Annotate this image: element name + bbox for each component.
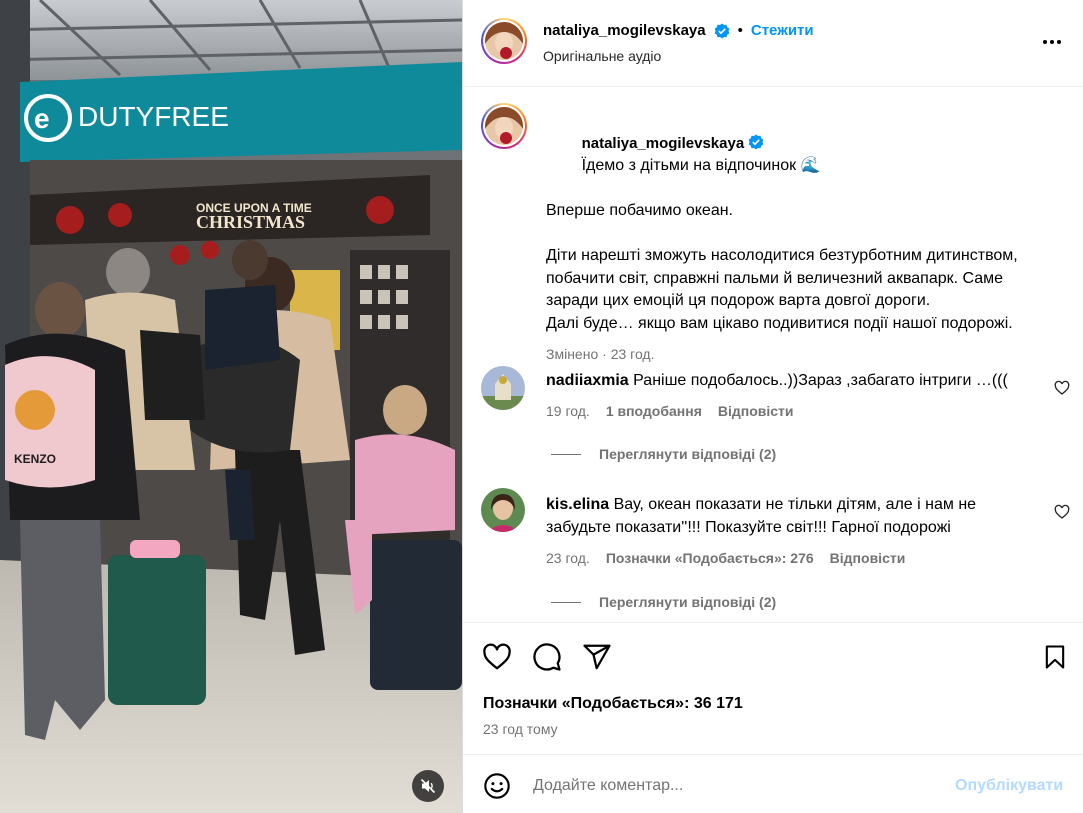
like-comment-heart-icon[interactable]: [1054, 380, 1070, 396]
like-comment-heart-icon[interactable]: [1054, 504, 1070, 520]
divider-line: [551, 453, 581, 455]
comment-meta: 19 год. 1 вподобання Відповісти: [546, 403, 794, 419]
author-username[interactable]: nataliya_mogilevskaya: [543, 22, 706, 39]
like-button[interactable]: [481, 641, 513, 673]
caption-text-first-line: Їдемо з дітьми на відпочинок 🌊: [581, 157, 821, 174]
post-time[interactable]: 23 год тому: [483, 721, 558, 737]
emoji-icon: [484, 773, 510, 799]
emoji-button[interactable]: [481, 770, 513, 802]
commenter-avatar[interactable]: [481, 366, 525, 410]
comment-item: nadiiaxmia Раніше подобалось..))Зараз ,з…: [546, 370, 1036, 393]
caption-username[interactable]: nataliya_mogilevskaya: [582, 135, 745, 152]
verified-badge-icon: [748, 134, 764, 149]
verified-badge-icon: [714, 23, 729, 38]
svg-text:DUTYFREE: DUTYFREE: [78, 101, 229, 132]
dot-icon: [1043, 40, 1047, 44]
audio-link[interactable]: Оригінальне аудіо: [543, 48, 661, 64]
dot-icon: [1050, 40, 1054, 44]
view-replies-label: Переглянути відповіді (2): [599, 446, 777, 462]
view-replies-button[interactable]: Переглянути відповіді (2): [551, 594, 776, 610]
divider-line: [551, 601, 581, 603]
save-button[interactable]: [1039, 641, 1071, 673]
comment-username[interactable]: kis.elina: [546, 496, 609, 513]
likes-count[interactable]: Позначки «Подобається»: 36 171: [483, 695, 743, 713]
caption-time[interactable]: 23 год.: [611, 346, 655, 362]
svg-text:e: e: [34, 103, 50, 134]
reply-button[interactable]: Відповісти: [718, 403, 794, 419]
view-replies-label: Переглянути відповіді (2): [599, 594, 777, 610]
post-header: nataliya_mogilevskaya • Стежити Оригінал…: [463, 0, 1083, 87]
separator-dot: •: [737, 22, 743, 39]
caption-meta: Змінено · 23 год.: [546, 343, 1046, 366]
comment-item: kis.elina Вау, океан показати не тільки …: [546, 494, 1036, 539]
svg-text:KENZO: KENZO: [14, 452, 56, 466]
heart-icon: [483, 643, 511, 670]
follow-button[interactable]: Стежити: [751, 22, 814, 39]
comment-likes[interactable]: 1 вподобання: [606, 403, 702, 419]
reply-button[interactable]: Відповісти: [830, 550, 906, 566]
comment-meta: 23 год. Позначки «Подобається»: 276 Відп…: [546, 550, 905, 566]
comment-time[interactable]: 23 год.: [546, 550, 590, 566]
avatar-photo-icon: [481, 488, 525, 532]
comment-text: Раніше подобалось..))Зараз ,забагато інт…: [633, 372, 1008, 389]
comment-text: Вау, океан показати не тільки дітям, але…: [546, 496, 977, 536]
author-avatar[interactable]: [481, 18, 527, 64]
avatar-photo-icon: [485, 22, 523, 60]
video-frame: e DUTYFREE ONCE UPON A TIME CHRISTMAS KE…: [0, 0, 462, 813]
speaker-muted-icon: [420, 778, 436, 794]
comment-username[interactable]: nadiiaxmia: [546, 372, 629, 389]
post-details-panel: nataliya_mogilevskaya • Стежити Оригінал…: [462, 0, 1083, 813]
caption-author-avatar[interactable]: [481, 103, 527, 149]
comment-button[interactable]: [531, 641, 563, 673]
send-icon: [583, 644, 611, 670]
edited-label: Змінено: [546, 346, 599, 362]
comment-input[interactable]: [533, 775, 933, 797]
avatar-photo-icon: [485, 107, 523, 145]
more-options-button[interactable]: [1039, 32, 1065, 52]
comment-time[interactable]: 19 год.: [546, 403, 590, 419]
view-replies-button[interactable]: Переглянути відповіді (2): [551, 446, 776, 462]
svg-text:CHRISTMAS: CHRISTMAS: [196, 212, 305, 232]
dot-icon: [1057, 40, 1061, 44]
instagram-post: e DUTYFREE ONCE UPON A TIME CHRISTMAS KE…: [0, 0, 1083, 813]
publish-button[interactable]: Опублікувати: [955, 777, 1063, 795]
post-caption: nataliya_mogilevskaya Їдемо з дітьми на …: [546, 110, 1046, 366]
caption-text: Вперше побачимо океан. Діти нарешті змож…: [546, 202, 1018, 332]
post-video[interactable]: e DUTYFREE ONCE UPON A TIME CHRISTMAS KE…: [0, 0, 462, 813]
comment-icon: [533, 643, 561, 671]
mute-button[interactable]: [412, 770, 444, 802]
separator-dot: ·: [602, 346, 611, 362]
bookmark-icon: [1045, 645, 1065, 669]
add-comment-bar: Опублікувати: [463, 754, 1083, 813]
share-button[interactable]: [581, 641, 613, 673]
post-actions: Позначки «Подобається»: 36 171 23 год то…: [463, 622, 1083, 813]
comment-likes[interactable]: Позначки «Подобається»: 276: [606, 550, 814, 566]
commenter-avatar[interactable]: [481, 488, 525, 532]
avatar-photo-icon: [481, 366, 525, 410]
